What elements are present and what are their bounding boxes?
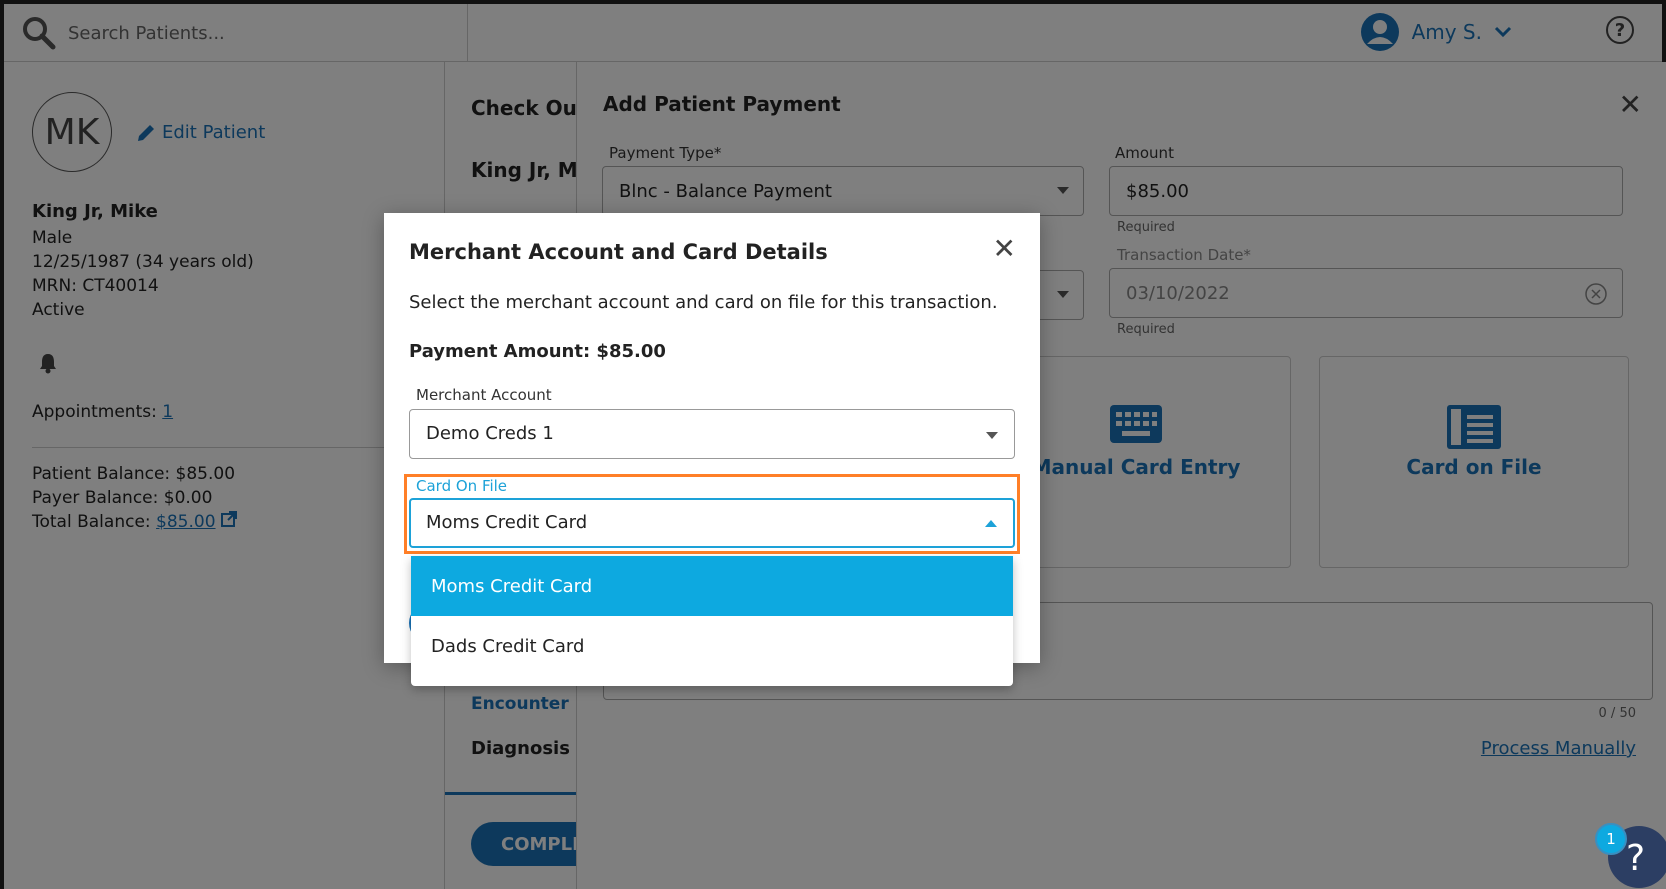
merchant-account-select[interactable]: Demo Creds 1	[409, 409, 1015, 459]
option-moms-credit-card[interactable]: Moms Credit Card	[411, 556, 1013, 616]
card-on-file-options: Moms Credit Card Dads Credit Card	[411, 556, 1013, 686]
merchant-account-value: Demo Creds 1	[426, 423, 554, 444]
caret-up-icon	[985, 520, 997, 527]
caret-down-icon	[986, 432, 998, 439]
card-on-file-label: Card On File	[416, 477, 508, 495]
close-icon[interactable]: ✕	[993, 235, 1016, 263]
help-notification-badge: 1	[1595, 823, 1627, 855]
payment-amount: Payment Amount: $85.00	[409, 341, 666, 362]
card-on-file-value: Moms Credit Card	[426, 512, 588, 533]
card-on-file-select[interactable]: Moms Credit Card	[409, 498, 1015, 548]
merchant-account-label: Merchant Account	[416, 386, 552, 404]
option-dads-credit-card[interactable]: Dads Credit Card	[411, 616, 1013, 676]
dialog-description: Select the merchant account and card on …	[409, 292, 998, 313]
dialog-title: Merchant Account and Card Details	[409, 240, 828, 264]
